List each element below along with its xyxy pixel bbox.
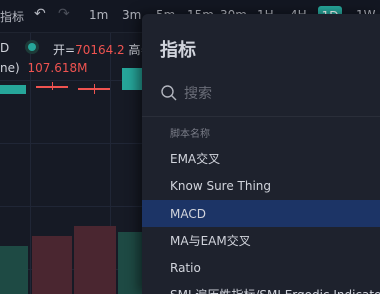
indicators-button[interactable]: 指标 [0,8,24,25]
search-input[interactable] [182,82,366,106]
open-value: 70164.2 [75,43,125,57]
indicator-label: Ratio [170,260,201,275]
search-icon [161,85,177,101]
indicator-item-know-sure-thing[interactable]: Know Sure Thing [142,172,380,199]
volume-bar [74,226,116,294]
search-box[interactable] [156,80,380,106]
section-label: 脚本名称 [170,129,210,140]
volume-value: 107.618M [27,61,88,75]
volume-label: ne) [0,61,20,75]
undo-icon[interactable]: ↶ [34,6,46,22]
indicators-dialog: 指标 脚本名称 EMA交叉 Know Sure Thing MACD MA与EA… [142,14,380,294]
live-status-dot [25,40,39,54]
candle-wick [94,84,95,94]
indicator-label: EMA交叉 [170,152,221,166]
volume-bar [32,236,72,294]
indicator-label: SMI 遍历性指标/SMI Ergodic Indicator/ [170,286,380,294]
divider [142,116,380,117]
interval-3m[interactable]: 3m [122,8,141,22]
volume-legend: ne) 107.618M [0,61,87,75]
candle-wick [52,82,53,90]
symbol-label: D [0,41,10,55]
indicator-item-ema-cross[interactable]: EMA交叉 [142,145,380,172]
candle [0,85,26,94]
indicator-label: MA与EAM交叉 [170,234,251,248]
indicator-item-macd[interactable]: MACD [142,200,380,227]
redo-icon[interactable]: ↷ [58,6,70,22]
indicator-label: MACD [170,206,206,221]
ohlc-legend: D [0,41,9,55]
indicator-item-smi-ergodic[interactable]: SMI 遍历性指标/SMI Ergodic Indicator/ [142,281,380,294]
volume-bar [118,232,144,294]
volume-bar [0,246,28,294]
indicator-item-ma-ema-cross[interactable]: MA与EAM交叉 [142,227,380,254]
candle [122,68,144,90]
dialog-title: 指标 [160,40,196,61]
open-label: 开= [53,43,76,57]
indicator-item-ratio[interactable]: Ratio [142,254,380,281]
indicator-label: Know Sure Thing [170,178,272,193]
interval-1m[interactable]: 1m [89,8,108,22]
